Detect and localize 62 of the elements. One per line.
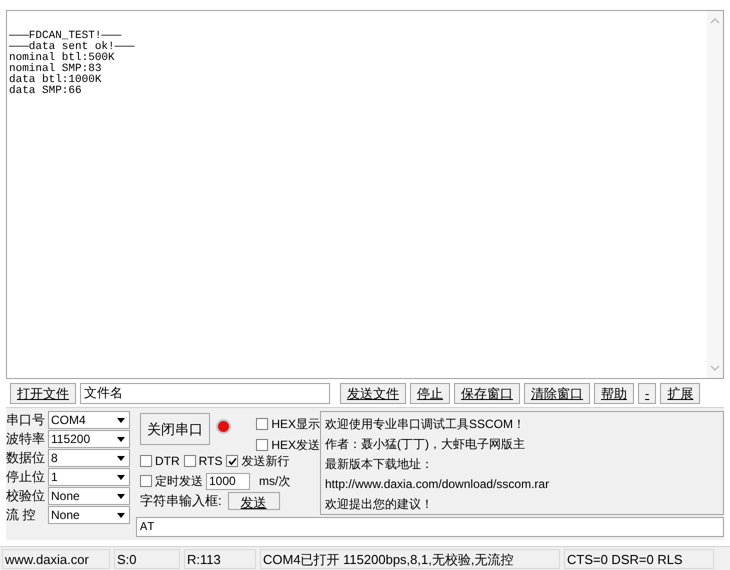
send-button[interactable]: 发送 <box>228 492 280 510</box>
output-line: data btl:1000K <box>9 75 102 86</box>
dropdown-arrow-icon <box>117 512 125 518</box>
info-line: 欢迎提出您的建议！ <box>325 496 434 514</box>
setting-label: 停止位 <box>6 468 46 486</box>
file-name-field[interactable]: 文件名 <box>80 382 330 404</box>
checkbox-label: DTR <box>155 453 180 470</box>
string-input-label: 字符串输入框: <box>140 492 222 510</box>
setting-dropdown[interactable]: COM4 <box>48 411 130 430</box>
setting-label: 串口号 <box>6 411 46 430</box>
setting-dropdown[interactable]: 1 <box>48 468 130 486</box>
dropdown-arrow-icon <box>117 474 125 480</box>
open-file-button[interactable]: 打开文件 <box>10 382 76 404</box>
toolbar-button[interactable]: 扩展 <box>660 382 700 404</box>
setting-dropdown[interactable]: None <box>48 506 130 524</box>
interval-field[interactable]: 1000 <box>206 472 250 490</box>
close-port-button[interactable]: 关闭串口 <box>140 413 210 446</box>
dropdown-arrow-icon <box>117 436 125 442</box>
info-line: http://www.daxia.com/download/sscom.rar <box>325 476 550 494</box>
send-input-field[interactable]: AT <box>136 517 724 538</box>
dropdown-arrow-icon <box>117 494 125 499</box>
output-line: nominal btl:500K <box>9 53 116 64</box>
setting-label: 校验位 <box>6 487 46 506</box>
receive-area[interactable]: ———FDCAN_TEST!——— ———data sent ok!——— nominal btl:500K nominal SMP:83 data btl:1000K data SMP:66 <box>6 10 724 380</box>
toolbar-button[interactable]: 清除窗口 <box>524 382 590 404</box>
toolbar-button[interactable]: 保存窗口 <box>454 382 520 404</box>
toolbar-button[interactable]: 发送文件 <box>340 382 406 404</box>
checkbox[interactable] <box>140 455 152 468</box>
checkbox-label: 定时发送 <box>155 473 203 490</box>
output-line: ———data sent ok!——— <box>9 42 136 53</box>
checkbox[interactable] <box>140 475 152 488</box>
toolbar-button[interactable]: 停止 <box>410 382 450 404</box>
status-field: S:0 <box>114 548 180 569</box>
checkbox-label: 发送新行 <box>241 453 290 470</box>
unit-label: ms/次 <box>259 473 290 490</box>
status-field: CTS=0 DSR=0 RLS <box>564 548 714 569</box>
status-field: www.daxia.cor <box>2 548 110 569</box>
checkbox-label: HEX发送 <box>271 437 320 454</box>
output-line: data SMP:66 <box>9 86 83 97</box>
toolbar-button[interactable]: 帮助 <box>594 382 634 404</box>
info-line: 欢迎使用专业串口调试工具SSCOM！ <box>325 416 526 434</box>
checkbox[interactable] <box>256 439 268 452</box>
checkbox[interactable] <box>256 418 268 430</box>
status-field: R:113 <box>184 548 256 569</box>
info-line: 最新版本下载地址： <box>325 456 434 474</box>
setting-dropdown[interactable]: 8 <box>48 449 130 468</box>
output-line: ———FDCAN_TEST!——— <box>9 31 122 42</box>
setting-label: 波特率 <box>6 430 46 448</box>
status-field: COM4已打开 115200bps,8,1,无校验,无流控 <box>260 548 560 569</box>
dropdown-arrow-icon <box>117 456 125 461</box>
dropdown-arrow-icon <box>117 418 125 423</box>
checkbox[interactable] <box>226 455 238 468</box>
setting-label: 流 控 <box>6 506 37 524</box>
setting-dropdown[interactable]: None <box>48 487 130 506</box>
output-line: nominal SMP:83 <box>9 64 102 75</box>
setting-label: 数据位 <box>6 449 46 468</box>
toolbar-button[interactable]: - <box>638 382 656 404</box>
checkbox-label: RTS <box>198 453 222 470</box>
info-line: 作者：聂小猛(丁丁)，大虾电子网版主 <box>325 436 526 454</box>
setting-dropdown[interactable]: 115200 <box>48 430 130 448</box>
checkbox-label: HEX显示 <box>271 416 320 434</box>
checkbox[interactable] <box>184 455 196 468</box>
